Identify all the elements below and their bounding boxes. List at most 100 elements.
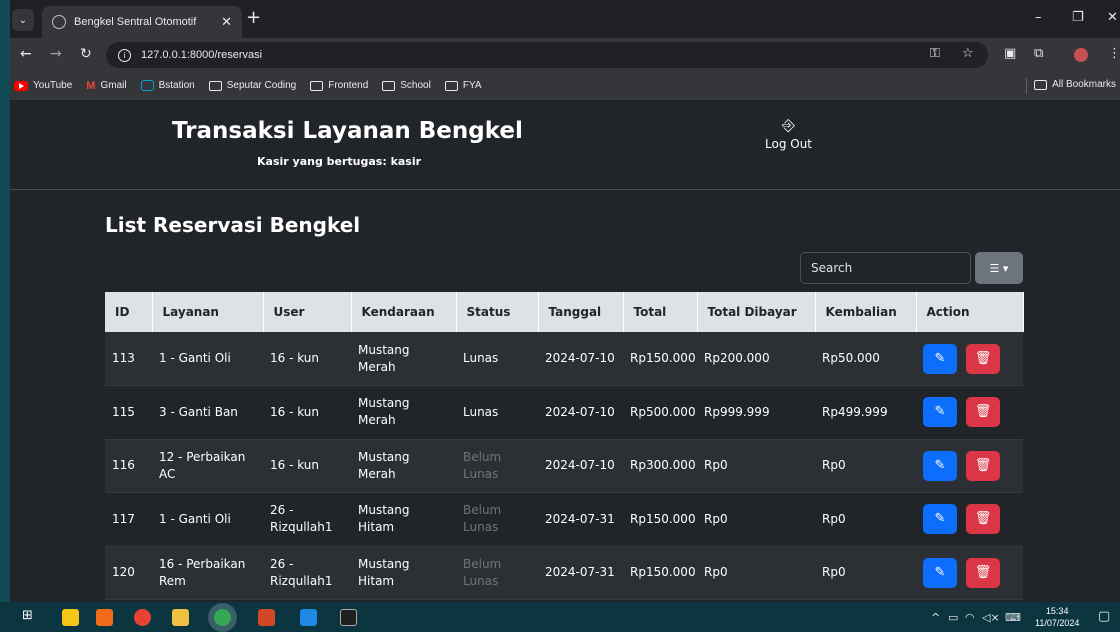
tray-chevron-icon[interactable]: ^ xyxy=(931,611,940,624)
clock-date: 11/07/2024 xyxy=(1035,618,1080,628)
bookmark-fya[interactable]: FYA xyxy=(444,80,482,91)
col-header-layanan[interactable]: Layanan xyxy=(152,292,264,332)
back-icon[interactable]: ← xyxy=(20,46,32,62)
terminal-icon[interactable] xyxy=(340,609,357,626)
cell-status: Belum Lunas xyxy=(456,546,538,600)
edit-button[interactable]: ✎ xyxy=(923,504,957,535)
bookmark-gmail[interactable]: M Gmail xyxy=(86,80,126,92)
taskbar: ⊞ ^ ▭ ◠ ◁× ⌨ 15:34 11/07/2024 ▢ xyxy=(0,602,1120,632)
col-header-user[interactable]: User xyxy=(263,292,352,332)
profile-avatar[interactable] xyxy=(1074,48,1088,62)
cell-id: 117 xyxy=(105,492,152,547)
columns-toggle-button[interactable]: ☰ ▾ xyxy=(975,252,1023,284)
tab-strip: ⌄ Bengkel Sentral Otomotif ✕ + – ❐ ✕ xyxy=(10,0,1120,38)
browser-tab[interactable]: Bengkel Sentral Otomotif ✕ xyxy=(42,6,242,38)
col-header-total[interactable]: Total xyxy=(623,292,698,332)
battery-icon[interactable]: ▭ xyxy=(948,611,958,624)
reload-icon[interactable]: ↻ xyxy=(80,46,92,62)
col-header-status[interactable]: Status xyxy=(456,292,539,332)
edit-button[interactable]: ✎ xyxy=(923,397,957,428)
col-header-kendaraan[interactable]: Kendaraan xyxy=(351,292,457,332)
bookmark-seputar-coding[interactable]: Seputar Coding xyxy=(208,80,296,91)
cell-layanan: 16 - Perbaikan Rem xyxy=(152,546,263,600)
col-header-id[interactable]: ID xyxy=(105,292,153,332)
address-bar[interactable]: i 127.0.0.1:8000/reservasi xyxy=(106,42,988,68)
new-tab-icon[interactable]: + xyxy=(246,9,261,27)
trash-icon: 🗑 xyxy=(974,564,992,580)
password-key-icon[interactable]: ⚿ xyxy=(930,46,940,61)
bookmark-frontend[interactable]: Frontend xyxy=(310,80,368,91)
cell-user: 16 - kun xyxy=(263,332,351,386)
vscode-icon[interactable] xyxy=(300,609,317,626)
delete-button[interactable]: 🗑 xyxy=(966,450,1000,481)
table-row: 116 12 - Perbaikan AC 16 - kun Mustang M… xyxy=(105,439,1023,493)
menu-icon[interactable]: ⋮ xyxy=(1108,46,1120,61)
cell-tanggal: 2024-07-10 xyxy=(538,385,623,440)
pencil-icon: ✎ xyxy=(934,350,946,366)
edit-button[interactable]: ✎ xyxy=(923,343,957,374)
cell-layanan: 3 - Ganti Ban xyxy=(152,385,263,440)
col-header-kembalian[interactable]: Kembalian xyxy=(815,292,917,332)
logout-button[interactable]: ⎆ Log Out xyxy=(765,115,812,151)
cell-tanggal: 2024-07-31 xyxy=(538,492,623,547)
cell-total: Rp150.000 xyxy=(623,332,697,386)
bookmark-youtube[interactable]: YouTube xyxy=(14,80,72,91)
notification-icon[interactable]: ▢ xyxy=(1098,609,1110,624)
tab-search-icon[interactable]: ⌄ xyxy=(12,9,34,31)
cell-status: Lunas xyxy=(456,332,538,386)
close-window-icon[interactable]: ✕ xyxy=(1107,10,1118,25)
volume-icon[interactable]: ◁× xyxy=(982,611,1000,624)
cell-total-dibayar: Rp200.000 xyxy=(697,332,815,386)
forward-icon[interactable]: → xyxy=(50,46,62,62)
cell-total: Rp500.000 xyxy=(623,385,697,440)
bookmark-bstation[interactable]: Bstation xyxy=(140,80,195,91)
page-title: Transaksi Layanan Bengkel xyxy=(172,118,523,144)
cell-action: ✎ 🗑 xyxy=(916,546,1023,600)
restore-icon[interactable]: ❐ xyxy=(1072,10,1084,25)
cell-id: 116 xyxy=(105,439,152,493)
delete-button[interactable]: 🗑 xyxy=(966,397,1000,428)
cell-status: Lunas xyxy=(456,385,538,440)
pencil-icon: ✎ xyxy=(934,564,946,580)
system-clock[interactable]: 15:34 11/07/2024 xyxy=(1035,605,1079,629)
edit-button[interactable]: ✎ xyxy=(923,557,957,588)
xampp-icon[interactable] xyxy=(96,609,113,626)
extension-icon[interactable]: ▣ xyxy=(1004,46,1016,61)
cell-total: Rp150.000 xyxy=(623,492,697,547)
wifi-icon[interactable]: ◠ xyxy=(965,611,975,624)
cell-id: 120 xyxy=(105,546,152,600)
delete-button[interactable]: 🗑 xyxy=(966,343,1000,374)
bookmark-star-icon[interactable]: ☆ xyxy=(962,46,974,61)
sticky-notes-icon[interactable] xyxy=(62,609,79,626)
bookmark-school[interactable]: School xyxy=(382,80,431,91)
windows-start-icon[interactable]: ⊞ xyxy=(22,608,39,625)
cell-user: 26 - Rizqullah1 xyxy=(263,492,351,547)
table-row: 113 1 - Ganti Oli 16 - kun Mustang Merah… xyxy=(105,332,1023,386)
clock-time: 15:34 xyxy=(1045,606,1069,616)
cell-tanggal: 2024-07-31 xyxy=(538,546,623,600)
col-header-total-dibayar[interactable]: Total Dibayar xyxy=(697,292,816,332)
cell-total-dibayar: Rp0 xyxy=(697,546,815,600)
cell-kendaraan: Mustang Merah xyxy=(351,385,456,440)
keyboard-icon[interactable]: ⌨ xyxy=(1005,611,1021,624)
cell-kembalian: Rp0 xyxy=(815,492,916,547)
list-icon: ☰ ▾ xyxy=(989,261,1009,275)
all-bookmarks[interactable]: All Bookmarks xyxy=(1034,79,1116,90)
cell-action: ✎ 🗑 xyxy=(916,385,1023,440)
minimize-icon[interactable]: – xyxy=(1035,10,1042,25)
puzzle-icon[interactable]: ⧉ xyxy=(1034,46,1043,61)
cell-tanggal: 2024-07-10 xyxy=(538,332,623,386)
edit-button[interactable]: ✎ xyxy=(923,450,957,481)
search-input[interactable] xyxy=(800,252,971,284)
delete-button[interactable]: 🗑 xyxy=(966,504,1000,535)
delete-button[interactable]: 🗑 xyxy=(966,557,1000,588)
table-header-row: ID Layanan User Kendaraan Status Tanggal… xyxy=(105,292,1024,332)
site-info-icon[interactable]: i xyxy=(118,48,131,62)
chrome-active-icon[interactable] xyxy=(214,609,231,626)
table-row: 117 1 - Ganti Oli 26 - Rizqullah1 Mustan… xyxy=(105,492,1023,547)
chrome-icon[interactable] xyxy=(134,609,151,626)
close-tab-icon[interactable]: ✕ xyxy=(221,15,232,30)
powerpoint-icon[interactable] xyxy=(258,609,275,626)
file-explorer-icon[interactable] xyxy=(172,609,189,626)
col-header-tanggal[interactable]: Tanggal xyxy=(538,292,624,332)
